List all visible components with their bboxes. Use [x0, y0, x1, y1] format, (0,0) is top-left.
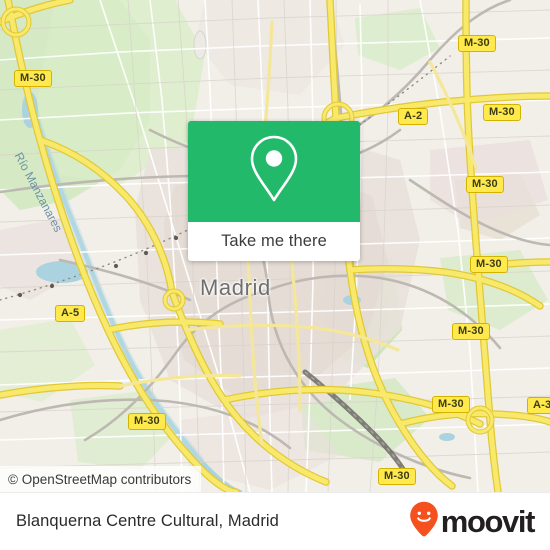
road-shield: M-30 — [470, 256, 508, 273]
road-shield: M-30 — [432, 396, 470, 413]
map-attribution[interactable]: © OpenStreetMap contributors — [0, 466, 202, 492]
map-canvas[interactable]: Madrid Río Manzanares M-30 M-30 A-2 M-30 M-3… — [0, 0, 550, 492]
road-shield: A-3 — [527, 397, 550, 414]
road-shield: M-30 — [128, 413, 166, 430]
road-shield: M-30 — [378, 468, 416, 485]
location-callout-card[interactable]: Take me there — [188, 121, 360, 261]
road-shield: M-30 — [14, 70, 52, 87]
city-label: Madrid — [200, 275, 271, 300]
callout-icon-panel — [188, 121, 360, 222]
moovit-wordmark: moovit — [440, 504, 536, 539]
road-shield: M-30 — [452, 323, 490, 340]
callout-action-bar[interactable]: Take me there — [188, 222, 360, 261]
road-shield: A-5 — [55, 305, 86, 322]
moovit-map-page: Madrid Río Manzanares M-30 M-30 A-2 M-30 M-3… — [0, 0, 550, 550]
moovit-logo[interactable]: moovit — [409, 501, 536, 542]
map-pin-icon — [245, 133, 303, 210]
road-shield: M-30 — [458, 35, 496, 52]
moovit-smiley-pin-icon — [409, 501, 439, 542]
road-shield: M-30 — [483, 104, 521, 121]
page-footer: Blanquerna Centre Cultural, Madrid moovi… — [0, 492, 550, 550]
take-me-there-button[interactable]: Take me there — [221, 232, 327, 251]
road-shield: M-30 — [466, 176, 504, 193]
attribution-text: © OpenStreetMap contributors — [8, 471, 192, 487]
road-shield: A-2 — [398, 108, 429, 125]
river-label: Río Manzanares — [11, 150, 66, 235]
place-title: Blanquerna Centre Cultural, Madrid — [16, 512, 279, 530]
